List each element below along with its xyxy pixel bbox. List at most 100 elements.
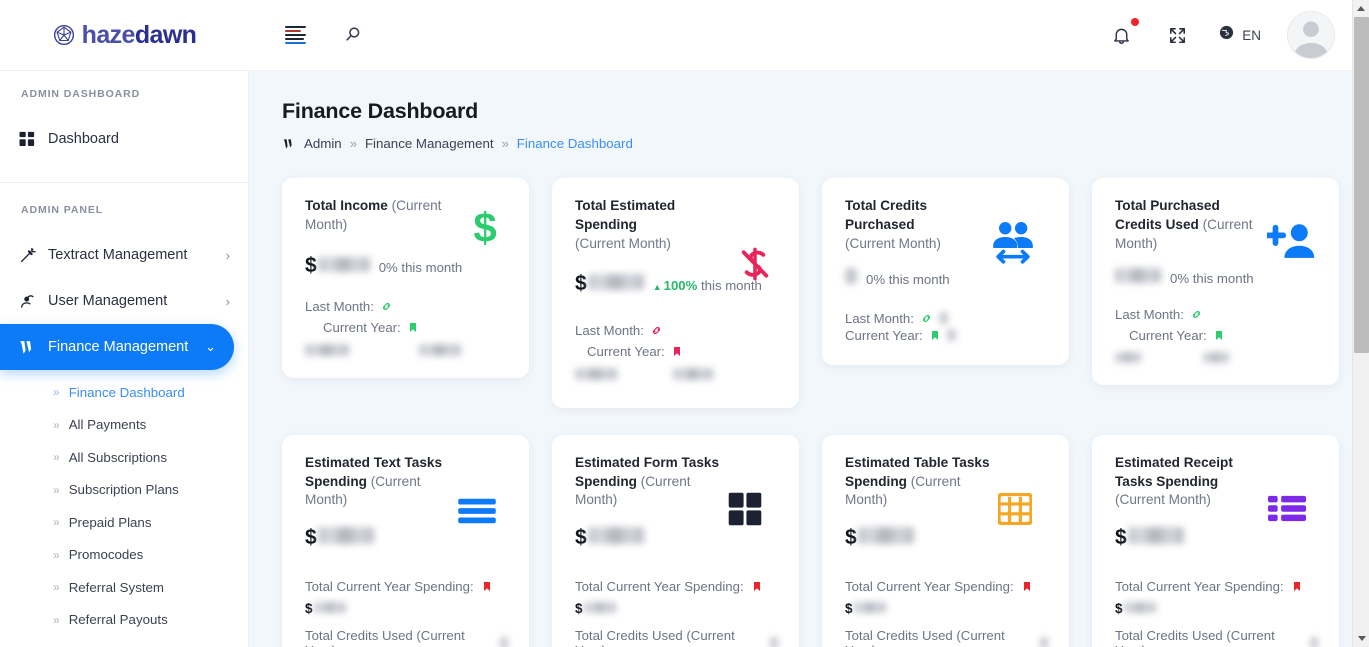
sidebar-subitem-prepaid-plans[interactable]: » Prepaid Plans (0, 506, 248, 539)
card-meta-row: Last Month: Current Year: (1115, 307, 1318, 343)
sidebar-subitem-label: Finance Dashboard (68, 384, 185, 400)
main-content: Finance Dashboard Admin » Finance Manage… (249, 71, 1369, 647)
meta-label: Total Credits Used (Current Year): (305, 627, 465, 647)
globe-icon (1218, 24, 1235, 46)
sidebar-divider (0, 182, 248, 183)
redacted-value (575, 367, 617, 380)
redacted-value (1127, 527, 1184, 545)
breadcrumb-separator: » (501, 136, 509, 151)
currency-symbol: $ (305, 600, 313, 616)
meta-label: Last Month: (1115, 306, 1184, 322)
users-exchange-icon (989, 218, 1037, 266)
redacted-value (1115, 351, 1141, 363)
card-meta-values (1115, 351, 1318, 363)
card-total-estimated-spending: Total Estimated Spending (Current Month)… (552, 178, 799, 408)
kpi-cards-row-2: Estimated Text Tasks Spending (Current M… (282, 434, 1339, 647)
dollar-slash-icon (731, 240, 779, 288)
stacked-lines-menu-icon[interactable] (280, 20, 310, 50)
bookmark-flag-icon (929, 329, 941, 342)
currency-symbol: $ (305, 526, 317, 550)
redacted-value (317, 256, 370, 272)
scroll-down-arrow[interactable] (1353, 630, 1369, 647)
double-chevron-icon: » (53, 612, 60, 627)
sidebar-subitem-promocodes[interactable]: » Promocodes (0, 539, 248, 572)
sidebar-item-finance-management[interactable]: Finance Management ⌄ (0, 324, 234, 370)
card-title: Total Credits Purchased (845, 198, 928, 232)
meta-label: Last Month: (845, 310, 914, 326)
brand-logo[interactable]: hazedawn (0, 22, 249, 48)
scrollbar-thumb[interactable] (1354, 17, 1369, 353)
top-header: hazedawn EN (0, 0, 1369, 71)
notification-badge (1131, 18, 1140, 26)
sidebar-item-user-management[interactable]: User Management › (0, 278, 248, 324)
card-change-text: 0% this month (378, 259, 463, 275)
meta-label: Total Current Year Spending: (845, 578, 1014, 594)
chevron-right-icon: › (225, 247, 230, 263)
card-change-text: 0% this month (866, 272, 950, 288)
card-title: Total Estimated Spending (575, 198, 676, 232)
bookmark-flag-icon (407, 321, 419, 334)
currency-symbol: $ (575, 272, 587, 296)
search-icon[interactable] (338, 20, 368, 50)
language-label: EN (1242, 27, 1261, 43)
redacted-value (853, 601, 886, 613)
chevron-right-icon: › (225, 293, 230, 309)
bell-icon[interactable] (1106, 18, 1140, 50)
card-meta-values (305, 344, 508, 357)
scroll-up-arrow[interactable] (1353, 0, 1369, 17)
currency-symbol: $ (845, 600, 853, 616)
card-estimated-table-tasks-spending: Estimated Table Tasks Spending (Current … (822, 434, 1069, 647)
sidebar-item-label: Textract Management (48, 247, 188, 263)
currency-symbol: $ (1115, 526, 1127, 550)
sidebar-item-textract-management[interactable]: Textract Management › (0, 232, 248, 278)
breadcrumb-item-finance-dashboard[interactable]: Finance Dashboard (517, 136, 633, 151)
expand-arrows-icon[interactable] (1162, 20, 1192, 50)
meta-label: Total Credits Used (Current Year): (845, 627, 1005, 647)
redacted-value (583, 601, 616, 613)
sidebar-caption-admin-dashboard: ADMIN DASHBOARD (21, 88, 141, 100)
language-switcher[interactable]: EN (1218, 24, 1261, 46)
user-avatar-icon[interactable] (1287, 11, 1335, 59)
sidebar-item-dashboard[interactable]: Dashboard (0, 116, 248, 162)
breadcrumb-separator: » (349, 136, 357, 151)
sidebar-subitem-all-subscriptions[interactable]: » All Subscriptions (0, 441, 248, 474)
meta-label: Total Current Year Spending: (1115, 578, 1284, 594)
card-change-text: 0% this month (1170, 271, 1254, 287)
card-total-year-spending-line: Total Current Year Spending: (845, 579, 1048, 594)
magic-wand-icon (18, 246, 48, 265)
card-total-credits-purchased: Total Credits Purchased (Current Month) (822, 178, 1069, 365)
app-root: hazedawn EN ADMIN DASHBOARD Dashboard AD… (0, 0, 1369, 647)
sidebar-subitem-label: Referral Payouts (68, 612, 168, 628)
page-scrollbar[interactable] (1352, 0, 1369, 647)
redacted-value (1040, 636, 1048, 647)
double-chevron-icon: » (53, 417, 60, 432)
hexagon-network-icon (53, 24, 75, 46)
sidebar-subitem-label: All Subscriptions (68, 449, 167, 465)
chain-link-icon (650, 324, 663, 337)
breadcrumb-item-admin[interactable]: Admin (304, 136, 342, 151)
sidebar-subitem-label: Referral System (68, 579, 165, 595)
redacted-value (1123, 601, 1156, 613)
breadcrumb-item-finance-management[interactable]: Finance Management (365, 136, 494, 151)
sidebar-subitem-finance-dashboard[interactable]: » Finance Dashboard (0, 376, 248, 409)
double-chevron-icon: » (53, 580, 60, 595)
breadcrumb: Admin » Finance Management » Finance Das… (282, 136, 1339, 151)
kpi-cards-row-1: Total Income (Current Month) $ $ 0% this… (282, 178, 1339, 408)
card-meta-row: Last Month: Current Year: (305, 299, 508, 335)
meta-last-month: Last Month: (575, 323, 663, 338)
meta-label: Total Current Year Spending: (575, 578, 744, 594)
redacted-value (1203, 351, 1229, 363)
bookmark-flag-icon (671, 345, 683, 358)
sidebar-subitem-referral-payouts[interactable]: » Referral Payouts (0, 604, 248, 637)
sidebar-subitem-payment-settings[interactable]: » Payment Settings (0, 636, 248, 647)
sidebar-subitem-subscription-plans[interactable]: » Subscription Plans (0, 474, 248, 507)
sidebar-subitem-referral-system[interactable]: » Referral System (0, 571, 248, 604)
card-year-spending-value: $ (1115, 601, 1318, 616)
card-subtitle: (Current Month) (575, 235, 671, 251)
redacted-value (313, 601, 346, 613)
card-subtitle: (Current Month) (1115, 492, 1211, 508)
double-chevron-icon: » (53, 515, 60, 530)
sidebar-subitem-all-payments[interactable]: » All Payments (0, 409, 248, 442)
text-lines-icon (453, 487, 501, 535)
sidebar-item-label: Finance Management (48, 339, 189, 355)
